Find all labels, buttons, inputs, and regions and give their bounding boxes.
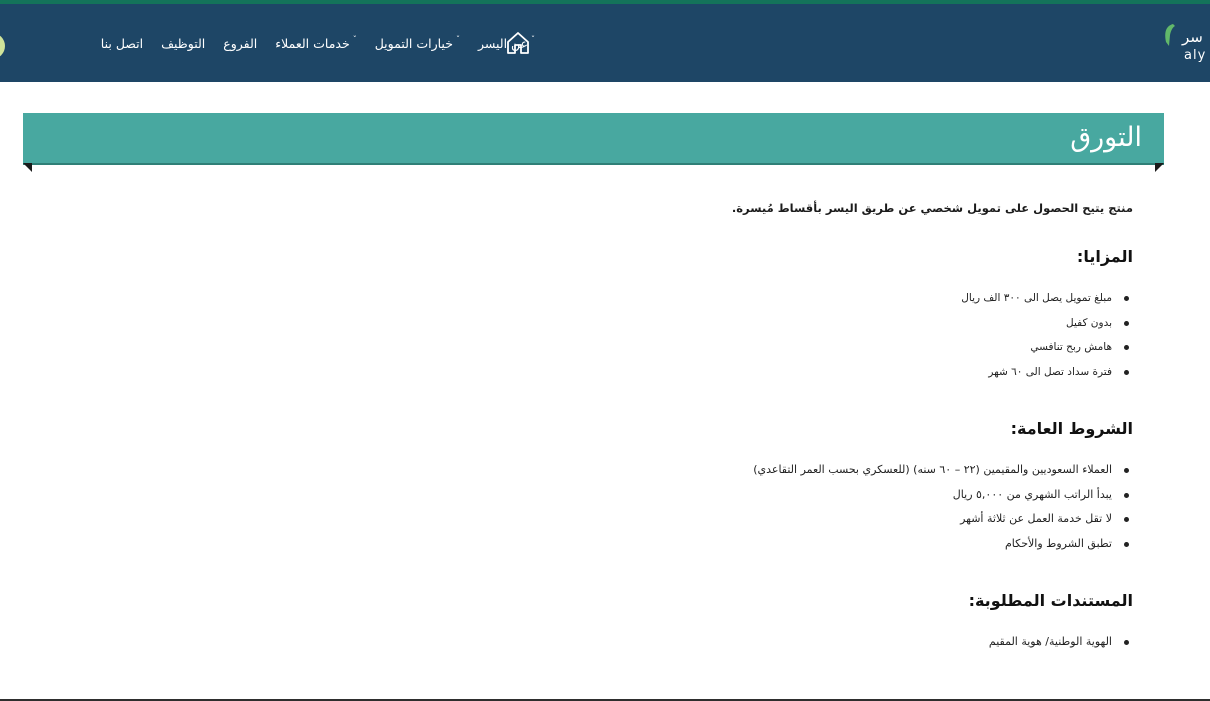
chevron-down-icon: ˇ xyxy=(352,34,357,44)
terms-list: العملاء السعوديين والمقيمين (٢٢ – ٦٠ سنه… xyxy=(433,458,1133,556)
home-icon[interactable] xyxy=(505,30,531,56)
alyusr-logo[interactable]: سر aly xyxy=(1162,18,1210,68)
section-heading: المستندات المطلوبة: xyxy=(968,591,1133,610)
section-required-documents: المستندات المطلوبة: الهوية الوطنية/ هوية… xyxy=(433,590,1133,655)
list-item: العملاء السعوديين والمقيمين (٢٢ – ٦٠ سنه… xyxy=(433,458,1129,483)
chevron-down-icon: ˇ xyxy=(531,34,535,44)
banner-fold-left xyxy=(23,163,32,172)
section-heading: الشروط العامة: xyxy=(1010,419,1133,438)
logo-arabic-text: سر xyxy=(1182,28,1203,46)
nav-customer-services[interactable]: خدمات العملاء ˇ xyxy=(275,34,357,51)
nav-contact-label: اتصل بنا xyxy=(100,35,144,51)
list-item: يبدأ الراتب الشهري من ٥,٠٠٠ ريال xyxy=(433,483,1129,508)
section-features: المزايا: مبلغ تمويل يصل الى ٣٠٠ الف ريال… xyxy=(433,246,1133,384)
features-list: مبلغ تمويل يصل الى ٣٠٠ الف ريال بدون كفي… xyxy=(433,286,1133,384)
nav-financing-options[interactable]: خيارات التمويل ˇ xyxy=(374,34,460,51)
chevron-down-icon: ˇ xyxy=(455,34,460,44)
section-heading: المزايا: xyxy=(1076,247,1133,266)
list-item: بدون كفيل xyxy=(433,311,1129,336)
list-item: فترة سداد تصل الى ٦٠ شهر xyxy=(433,360,1129,385)
product-intro: منتج يتيح الحصول على تمويل شخصي عن طريق … xyxy=(731,201,1133,215)
nav-branches-label: الفروع xyxy=(223,35,258,51)
top-navigation-bar: عن اليسر ˇ خيارات التمويل ˇ خدمات العملا… xyxy=(0,0,1210,82)
list-item: الهوية الوطنية/ هوية المقيم xyxy=(433,630,1129,655)
list-item: لا تقل خدمة العمل عن ثلاثة أشهر xyxy=(433,507,1129,532)
list-item: هامش ربح تنافسي xyxy=(433,335,1129,360)
nav-careers-label: التوظيف xyxy=(161,35,206,51)
nav-financing-options-label: خيارات التمويل xyxy=(374,35,453,51)
list-item: تطبق الشروط والأحكام xyxy=(433,532,1129,557)
documents-list: الهوية الوطنية/ هوية المقيم xyxy=(433,630,1133,655)
nav-customer-services-label: خدمات العملاء xyxy=(275,35,350,51)
banner-fold-right xyxy=(1155,163,1164,172)
page-title: التورق xyxy=(1070,122,1142,153)
nav-careers[interactable]: التوظيف xyxy=(161,36,205,51)
logo-english-text: aly xyxy=(1184,48,1207,63)
main-menu: عن اليسر ˇ خيارات التمويل ˇ خدمات العملا… xyxy=(0,4,535,82)
product-description: منتج يتيح الحصول على تمويل شخصي عن طريق … xyxy=(433,198,1133,689)
nav-contact[interactable]: اتصل بنا xyxy=(101,36,143,51)
nav-branches[interactable]: الفروع xyxy=(223,36,257,51)
page-title-banner: التورق xyxy=(23,113,1164,165)
list-item: مبلغ تمويل يصل الى ٣٠٠ الف ريال xyxy=(433,286,1129,311)
logo-mark-icon xyxy=(1165,24,1175,46)
section-general-terms: الشروط العامة: العملاء السعوديين والمقيم… xyxy=(433,418,1133,556)
